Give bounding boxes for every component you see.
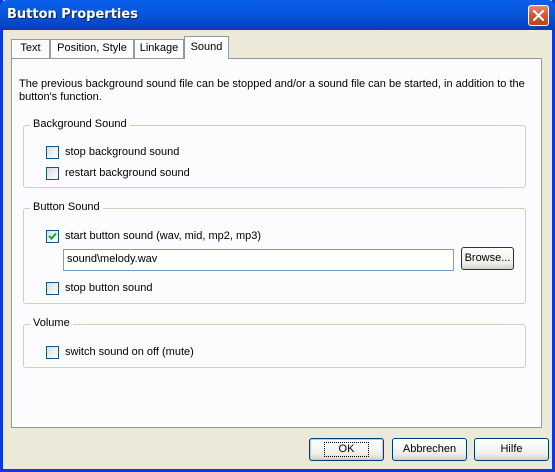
title-bar[interactable]: Button Properties — [0, 0, 555, 30]
tab-position-style[interactable]: Position, Style — [50, 39, 134, 58]
group-legend: Button Sound — [30, 201, 103, 213]
window-title: Button Properties — [7, 7, 138, 22]
dialog-client-area: Text Position, Style Linkage Sound The p… — [3, 30, 552, 469]
checkbox-box[interactable] — [46, 346, 59, 359]
tab-label: Text — [20, 42, 41, 54]
group-legend: Volume — [30, 317, 73, 329]
ok-button[interactable]: OK — [309, 438, 384, 461]
tab-label: Sound — [190, 41, 223, 53]
tab-label: Position, Style — [57, 42, 127, 54]
checkbox-label[interactable]: stop background sound — [65, 146, 179, 159]
button-label: OK — [323, 442, 370, 457]
volume-group: Volume switch sound on off (mute) — [23, 317, 526, 368]
sound-file-input[interactable]: sound\melody.wav — [63, 249, 454, 271]
background-sound-group: Background Sound stop background sound r… — [23, 118, 526, 188]
cancel-button[interactable]: Abbrechen — [392, 438, 467, 461]
help-button[interactable]: Hilfe — [474, 438, 549, 461]
checkbox-box[interactable] — [46, 282, 59, 295]
group-legend: Background Sound — [30, 118, 130, 130]
dialog-window: Button Properties Text Position, Style L… — [0, 0, 555, 472]
tab-linkage[interactable]: Linkage — [134, 39, 184, 58]
description-text: The previous background sound file can b… — [19, 78, 525, 103]
checkbox-box[interactable] — [46, 167, 59, 180]
browse-button[interactable]: Browse... — [461, 247, 514, 270]
tab-label: Linkage — [139, 42, 179, 54]
tab-sound[interactable]: Sound — [184, 36, 229, 59]
checkbox-box[interactable] — [46, 146, 59, 159]
close-button[interactable] — [528, 5, 549, 26]
checkmark-icon — [48, 232, 57, 240]
checkbox-box[interactable] — [46, 230, 59, 243]
checkbox-label[interactable]: switch sound on off (mute) — [65, 346, 194, 359]
checkbox-label[interactable]: start button sound (wav, mid, mp2, mp3) — [65, 230, 261, 243]
button-sound-group: Button Sound start button sound (wav, mi… — [23, 201, 526, 304]
checkbox-label[interactable]: restart background sound — [65, 167, 190, 180]
close-icon — [533, 10, 544, 21]
tab-text[interactable]: Text — [11, 39, 50, 58]
checkbox-label[interactable]: stop button sound — [65, 282, 152, 295]
button-label: Browse... — [464, 252, 511, 264]
button-label: Hilfe — [500, 443, 523, 455]
button-label: Abbrechen — [402, 443, 457, 455]
